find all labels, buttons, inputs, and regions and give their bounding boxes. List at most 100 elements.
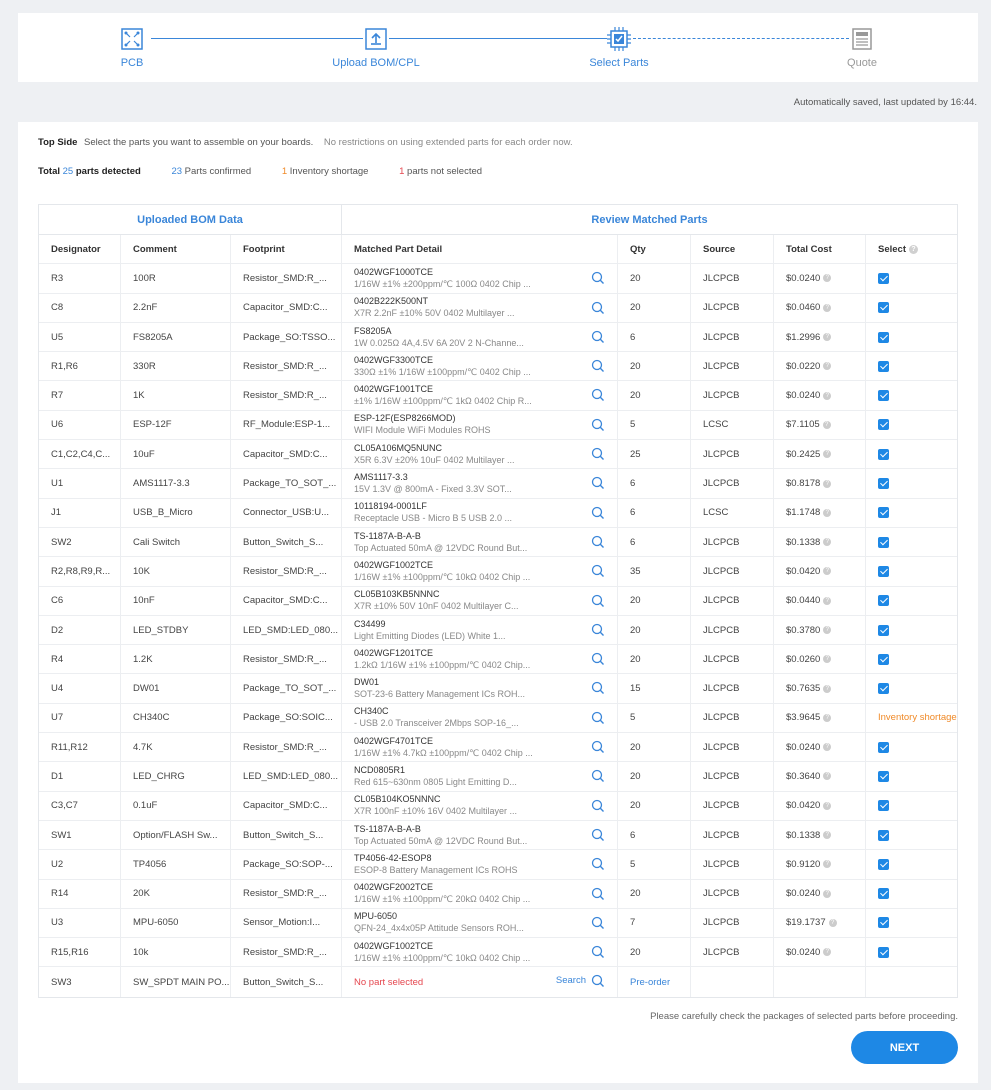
search-icon[interactable]	[591, 330, 605, 344]
part-description: Light Emitting Diodes (LED) White 1...	[354, 630, 506, 641]
designator-cell: R3	[39, 264, 121, 293]
search-link[interactable]: Search	[556, 975, 586, 986]
select-checkbox[interactable]	[878, 360, 889, 372]
select-checkbox[interactable]	[878, 390, 889, 402]
search-icon[interactable]	[591, 711, 605, 725]
designator-cell: U6	[39, 410, 121, 440]
cost-info-icon[interactable]: ?	[823, 860, 832, 869]
search-icon[interactable]	[591, 887, 605, 901]
search-icon[interactable]	[591, 769, 605, 783]
select-checkbox[interactable]	[878, 741, 889, 753]
matched-part-cell: 0402WGF2002TCE 1/16W ±1% ±100ppm/℃ 20kΩ 0…	[342, 879, 618, 908]
cost-info-icon[interactable]: ?	[823, 889, 832, 898]
select-checkbox[interactable]	[878, 565, 889, 577]
select-cell	[866, 411, 957, 439]
cost-info-icon[interactable]: ?	[823, 567, 832, 576]
cost-info-icon[interactable]: ?	[823, 831, 832, 840]
part-description: Receptacle USB - Micro B 5 USB 2.0 ...	[354, 513, 513, 524]
progress-stepper: PCB Upload BOM/CPL Select Parts Quote	[18, 13, 978, 82]
search-icon[interactable]	[591, 301, 605, 315]
search-icon[interactable]	[591, 418, 605, 432]
cost-info-icon[interactable]: ?	[823, 391, 832, 400]
cost-info-icon[interactable]: ?	[823, 362, 832, 371]
select-checkbox[interactable]	[878, 536, 889, 548]
cost-info-icon[interactable]: ?	[822, 420, 831, 429]
search-icon[interactable]	[591, 506, 605, 520]
select-checkbox[interactable]	[878, 858, 889, 870]
cost-info-icon[interactable]: ?	[823, 538, 832, 547]
cost-info-icon[interactable]: ?	[823, 274, 832, 283]
search-icon[interactable]	[591, 271, 605, 285]
select-checkbox[interactable]	[878, 800, 889, 812]
review-matched-header: Review Matched Parts	[591, 213, 708, 226]
search-icon[interactable]	[591, 857, 605, 871]
select-checkbox[interactable]	[878, 507, 889, 519]
cost-info-icon[interactable]: ?	[823, 479, 832, 488]
shortage-count: 1	[281, 166, 288, 177]
part-number: 0402WGF1002TCE	[354, 559, 434, 570]
no-part-text: No part selected	[354, 976, 424, 988]
search-icon[interactable]	[591, 740, 605, 754]
matched-part-cell: 0402WGF3300TCE 330Ω ±1% 1/16W ±100ppm/℃ 0…	[342, 352, 618, 381]
search-icon[interactable]	[591, 476, 605, 490]
cost-info-icon[interactable]: ?	[823, 684, 832, 693]
select-checkbox[interactable]	[878, 478, 889, 490]
search-icon[interactable]	[591, 535, 605, 549]
search-icon[interactable]	[591, 681, 605, 695]
select-checkbox[interactable]	[878, 770, 889, 782]
search-icon[interactable]	[591, 359, 605, 373]
search-icon[interactable]	[591, 916, 605, 930]
cost-info-icon[interactable]: ?	[823, 713, 832, 722]
help-icon[interactable]: ?	[909, 244, 918, 254]
select-checkbox[interactable]	[878, 683, 889, 695]
footprint-cell: Resistor_SMD:R_...	[231, 645, 342, 674]
search-icon[interactable]	[591, 388, 605, 402]
select-checkbox[interactable]	[878, 888, 889, 900]
cost-info-icon[interactable]: ?	[823, 948, 832, 957]
step-pcb[interactable]: PCB	[72, 26, 192, 69]
search-icon[interactable]	[591, 945, 605, 959]
search-icon[interactable]	[591, 799, 605, 813]
cost-info-icon[interactable]: ?	[823, 626, 832, 634]
pre-order-link[interactable]: Pre-order	[630, 977, 670, 988]
cost-info-icon[interactable]: ?	[823, 333, 832, 342]
step-select-parts[interactable]: Select Parts	[559, 26, 679, 69]
inventory-shortage-text: Inventory shortage	[878, 712, 957, 724]
cost-info-icon[interactable]: ?	[823, 772, 832, 781]
cost-info-icon[interactable]: ?	[823, 450, 832, 459]
search-icon[interactable]	[591, 652, 605, 666]
search-icon[interactable]	[591, 594, 605, 608]
select-checkbox[interactable]	[878, 419, 889, 431]
search-icon[interactable]	[591, 974, 605, 988]
select-checkbox[interactable]	[878, 653, 889, 665]
search-icon[interactable]	[591, 828, 605, 842]
select-checkbox[interactable]	[878, 946, 889, 958]
select-checkbox[interactable]	[878, 302, 889, 314]
select-checkbox[interactable]	[878, 595, 889, 607]
search-icon[interactable]	[591, 447, 605, 461]
step-upload[interactable]: Upload BOM/CPL	[316, 26, 436, 69]
cost-info-icon[interactable]: ?	[823, 596, 832, 605]
cost-info-icon[interactable]: ?	[823, 655, 832, 664]
cost-value: $7.1105	[786, 419, 820, 431]
select-checkbox[interactable]	[878, 829, 889, 841]
designator-cell: J1	[39, 498, 121, 527]
qty-value: 20	[630, 390, 641, 402]
source-cell: JLCPCB	[691, 938, 774, 967]
cost-info-icon[interactable]: ?	[823, 743, 832, 752]
search-icon[interactable]	[591, 623, 605, 637]
cost-info-icon[interactable]: ?	[823, 508, 832, 517]
part-description: - USB 2.0 Transceiver 2Mbps SOP-16_...	[354, 718, 519, 729]
search-icon[interactable]	[591, 564, 605, 578]
select-checkbox[interactable]	[878, 272, 889, 284]
part-number: 0402WGF1002TCE	[354, 940, 434, 951]
select-checkbox[interactable]	[878, 331, 889, 343]
cost-info-icon[interactable]: ?	[823, 801, 832, 810]
cost-info-icon[interactable]: ?	[828, 918, 837, 927]
next-button[interactable]: NEXT	[851, 1031, 958, 1064]
cost-info-icon[interactable]: ?	[823, 303, 832, 312]
step-quote: Quote	[802, 26, 922, 69]
select-checkbox[interactable]	[878, 624, 889, 636]
select-checkbox[interactable]	[878, 448, 889, 460]
select-checkbox[interactable]	[878, 917, 889, 929]
